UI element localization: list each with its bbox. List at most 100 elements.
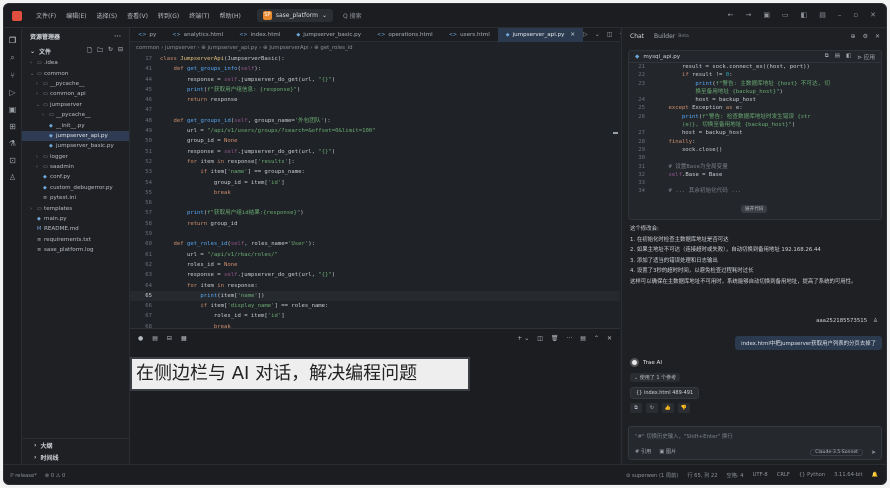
menu-item[interactable]: 选择(S) <box>97 11 118 20</box>
extensions-icon[interactable]: ⊞ <box>4 122 21 131</box>
reference-button[interactable]: # 引用 <box>635 448 651 455</box>
status-item[interactable]: ⊗ 0 ⚠ 0 <box>45 473 66 479</box>
toggle-sidebar-icon[interactable]: ▣ <box>763 11 770 19</box>
status-item[interactable]: ℙ release* <box>10 473 37 479</box>
tree-item[interactable]: › ▭ saadmin <box>22 162 129 172</box>
project-root[interactable]: ⌄ 文件 🗋 🗀 ↻ ⊟ <box>22 44 129 58</box>
project-switcher[interactable]: SP sase_platform ⌄ <box>256 9 333 22</box>
minimize-icon[interactable]: – <box>838 11 842 19</box>
tree-item[interactable]: ◆ conf.py <box>22 172 129 182</box>
menu-item[interactable]: 帮助(H) <box>220 11 241 20</box>
menu-item[interactable]: 查看(V) <box>127 11 148 20</box>
close-tab-icon[interactable]: ✕ <box>570 28 575 42</box>
status-item[interactable]: 行 65, 列 22 <box>687 472 717 479</box>
tree-item[interactable]: › ▭ __pycache__ <box>22 110 129 120</box>
tree-item[interactable]: ≡ sase_platform.log <box>22 245 129 255</box>
toggle-panel-icon[interactable]: ▭ <box>782 11 789 19</box>
tree-item[interactable]: ≡ pytest.ini <box>22 193 129 203</box>
reference-file-chip[interactable]: {} index.html 489-491 <box>630 387 700 399</box>
menu-item[interactable]: 终端(T) <box>189 11 209 20</box>
editor-tab[interactable]: <> operations.html <box>369 28 441 42</box>
send-icon[interactable]: ➤ <box>871 449 876 456</box>
tree-item[interactable]: ⌄ ▭ common <box>22 68 129 78</box>
new-file-icon[interactable]: 🗋 <box>87 46 92 56</box>
insert-icon[interactable]: ▤ <box>835 53 840 61</box>
thumbs-down-icon[interactable]: 👎 <box>678 403 690 413</box>
split-terminal-icon[interactable]: ◫ <box>537 335 543 342</box>
chat-input[interactable]: "#" 切换历史输入，"Shift+Enter" 换行 # 引用 ▣ 图片 Cl… <box>628 426 882 460</box>
search-icon[interactable]: ⌕ <box>4 53 21 63</box>
output-icon[interactable]: ▦ <box>181 335 187 342</box>
status-item[interactable]: 3.11.64-bit <box>834 472 862 479</box>
restore-icon[interactable]: ▫ <box>853 11 858 19</box>
status-item[interactable]: 空格: 4 <box>727 472 744 479</box>
tree-item[interactable]: ◆ jumpserver_basic.py <box>22 141 129 151</box>
editor-tab[interactable]: <> py <box>130 28 164 42</box>
collapse-all-icon[interactable]: ⊟ <box>118 46 123 56</box>
tree-item[interactable]: ⌄ ▭ jumpserver <box>22 100 129 110</box>
thumbs-up-icon[interactable]: 👍 <box>662 403 674 413</box>
refresh-icon[interactable]: ↻ <box>108 46 113 56</box>
editor-tab[interactable]: ◆ jumpserver_basic.py <box>288 28 369 42</box>
close-panel-icon[interactable]: ✕ <box>607 335 612 342</box>
menu-item[interactable]: 转到(G) <box>158 11 179 20</box>
tree-item[interactable]: › ▭ .idea <box>22 58 129 68</box>
run-icon[interactable]: ▷ <box>583 31 588 38</box>
menu-item[interactable]: 文件(F) <box>36 11 56 20</box>
apply-button[interactable]: ⊳ 应用 <box>857 53 875 61</box>
forward-icon[interactable]: → <box>746 11 752 19</box>
new-folder-icon[interactable]: 🗀 <box>97 46 103 56</box>
model-selector[interactable]: Claude-3.5-Sonnet <box>810 449 863 456</box>
menu-item[interactable]: 编辑(E) <box>66 11 86 20</box>
delete-terminal-icon[interactable]: 🗑 <box>551 335 559 342</box>
editor-tab[interactable]: <> analytics.html <box>164 28 231 42</box>
tree-item[interactable]: ◆ main.py <box>22 214 129 224</box>
back-icon[interactable]: ← <box>728 11 734 19</box>
editor-tab[interactable]: <> users.html <box>441 28 498 42</box>
copy-icon[interactable]: ⧉ <box>825 53 829 61</box>
terminal-icon[interactable]: ▤ <box>152 335 158 342</box>
timeline-section[interactable]: › 时间线 <box>22 450 129 464</box>
editor-tab[interactable]: ◆ jumpserver_api.py ✕ <box>497 27 584 42</box>
close-icon[interactable]: ✕ <box>870 11 876 19</box>
extensions-grid-icon[interactable]: ⊡ <box>4 156 21 165</box>
editor-tab[interactable]: <> index.html <box>231 28 288 42</box>
breadcrumb[interactable]: common › jumpserver › ⊕ jumpserver_api.p… <box>130 42 620 54</box>
more-icon[interactable]: ··· <box>567 335 573 342</box>
split-editor-icon[interactable]: ◫ <box>607 31 613 38</box>
status-item[interactable]: {} Python <box>799 472 825 479</box>
panel-layout-icon[interactable]: ▤ <box>580 335 586 342</box>
tree-item[interactable]: ≡ requirements.txt <box>22 235 129 245</box>
copy-icon[interactable]: ⧉ <box>630 403 642 413</box>
status-item[interactable]: UTF-8 <box>753 472 768 479</box>
customize-layout-icon[interactable]: ▤ <box>819 11 826 19</box>
image-button[interactable]: ▣ 图片 <box>659 448 676 455</box>
run-debug-icon[interactable]: ▷ <box>4 88 21 97</box>
tree-item[interactable]: ◆ jumpserver_api.py <box>22 130 129 142</box>
layout-icon[interactable]: ◧ <box>801 11 808 19</box>
tab-chat[interactable]: Chat <box>630 33 644 40</box>
source-control-icon[interactable]: ⑂ <box>4 71 21 80</box>
status-item[interactable]: CRLF <box>777 472 790 479</box>
more-icon[interactable]: ··· <box>114 33 121 40</box>
settings-icon[interactable]: ⚙ <box>863 33 868 40</box>
code-editor[interactable]: 17 class JumpserverApi(JumpserverBasic): 4… <box>130 54 620 328</box>
record-icon[interactable]: ● <box>138 335 143 342</box>
status-item[interactable]: 🔔 <box>872 472 878 479</box>
close-icon[interactable]: ✕ <box>875 33 880 40</box>
regenerate-icon[interactable]: ↻ <box>646 403 658 413</box>
tree-item[interactable]: M README.md <box>22 224 129 234</box>
remote-icon[interactable]: ▣ <box>4 105 21 114</box>
history-icon[interactable]: ⊕ <box>851 33 856 40</box>
chevron-down-icon[interactable]: ⌄ <box>595 31 600 38</box>
tree-item[interactable]: ◆ __init__.py <box>22 120 129 130</box>
debug-console-icon[interactable]: ⊟ <box>167 335 172 342</box>
expand-code-button[interactable]: 展开代码 <box>741 205 768 213</box>
tab-builder[interactable]: Builder <box>654 33 675 40</box>
maximize-panel-icon[interactable]: ⌃ <box>594 335 599 342</box>
tree-item[interactable]: › ▭ templates <box>22 203 129 213</box>
tree-item[interactable]: ◆ custom_debugerror.py <box>22 183 129 193</box>
explorer-icon[interactable]: ❐ <box>4 36 21 45</box>
tree-item[interactable]: › ▭ common_api <box>22 89 129 99</box>
status-item[interactable]: ⊘ superwen (1 周前) <box>626 472 678 479</box>
